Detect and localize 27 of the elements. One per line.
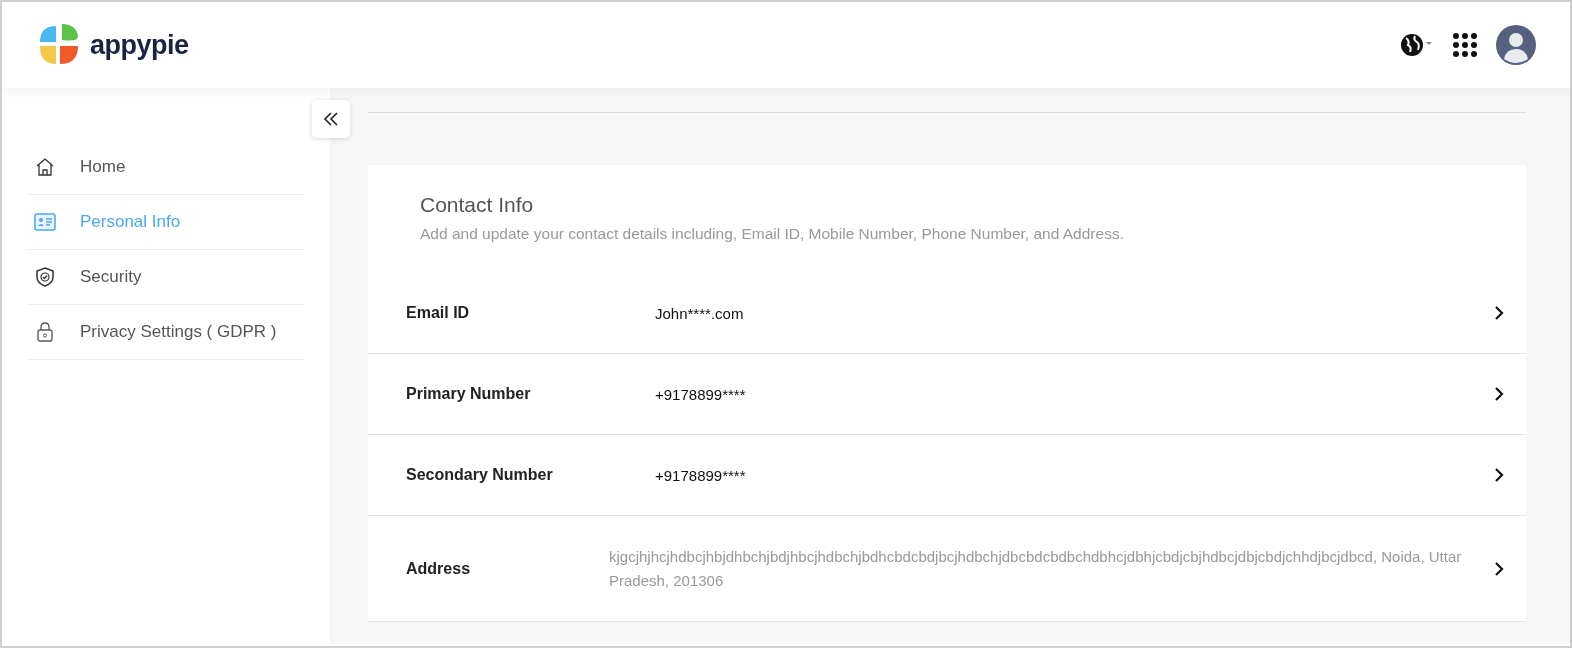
field-label: Address — [406, 559, 472, 578]
field-value: +9178899**** — [654, 385, 747, 403]
chevron-right-icon[interactable] — [1494, 386, 1504, 402]
id-card-icon — [34, 211, 56, 233]
section-title: Contact Info — [420, 193, 535, 217]
avatar-icon[interactable] — [1496, 25, 1536, 65]
collapse-sidebar-button[interactable] — [312, 100, 350, 138]
double-chevron-left-icon — [323, 112, 339, 126]
chevron-right-icon[interactable] — [1494, 305, 1504, 321]
field-label: Secondary Number — [406, 466, 554, 484]
globe-icon[interactable] — [1400, 32, 1434, 58]
chevron-right-icon[interactable] — [1494, 560, 1504, 577]
field-label: Email ID — [406, 304, 471, 322]
chevron-right-icon[interactable] — [1494, 467, 1504, 483]
home-icon — [34, 156, 56, 178]
shield-check-icon — [34, 266, 56, 288]
field-value: kjgcjhjhcjhdbcjhbjdhbchjbdjhbcjhdbchjbdhcbdcbdjbcjhdbchjdbcbdcbdbchdbhcjdbhjcbdjcbjhdbcjdbjcbdjchhdjbcjdbcd, Noida, Uttar Pradesh, 201306 — [609, 547, 1463, 591]
field-value: John****.com — [654, 304, 745, 322]
section-description: Add and update your contact details including, Email ID, Mobile Number, Phone Number, and Address. — [420, 225, 1125, 243]
sidebar-item[interactable]: Security — [28, 250, 304, 305]
apps-grid-icon[interactable] — [1452, 32, 1478, 58]
field-value: +9178899**** — [654, 466, 747, 484]
sidebar-item[interactable]: Home — [28, 140, 304, 195]
logo-text: appypie — [90, 29, 189, 61]
field-label: Primary Number — [406, 385, 532, 403]
padlock-icon — [34, 321, 56, 343]
sidebar-item[interactable]: Privacy Settings ( GDPR ) — [28, 305, 304, 360]
